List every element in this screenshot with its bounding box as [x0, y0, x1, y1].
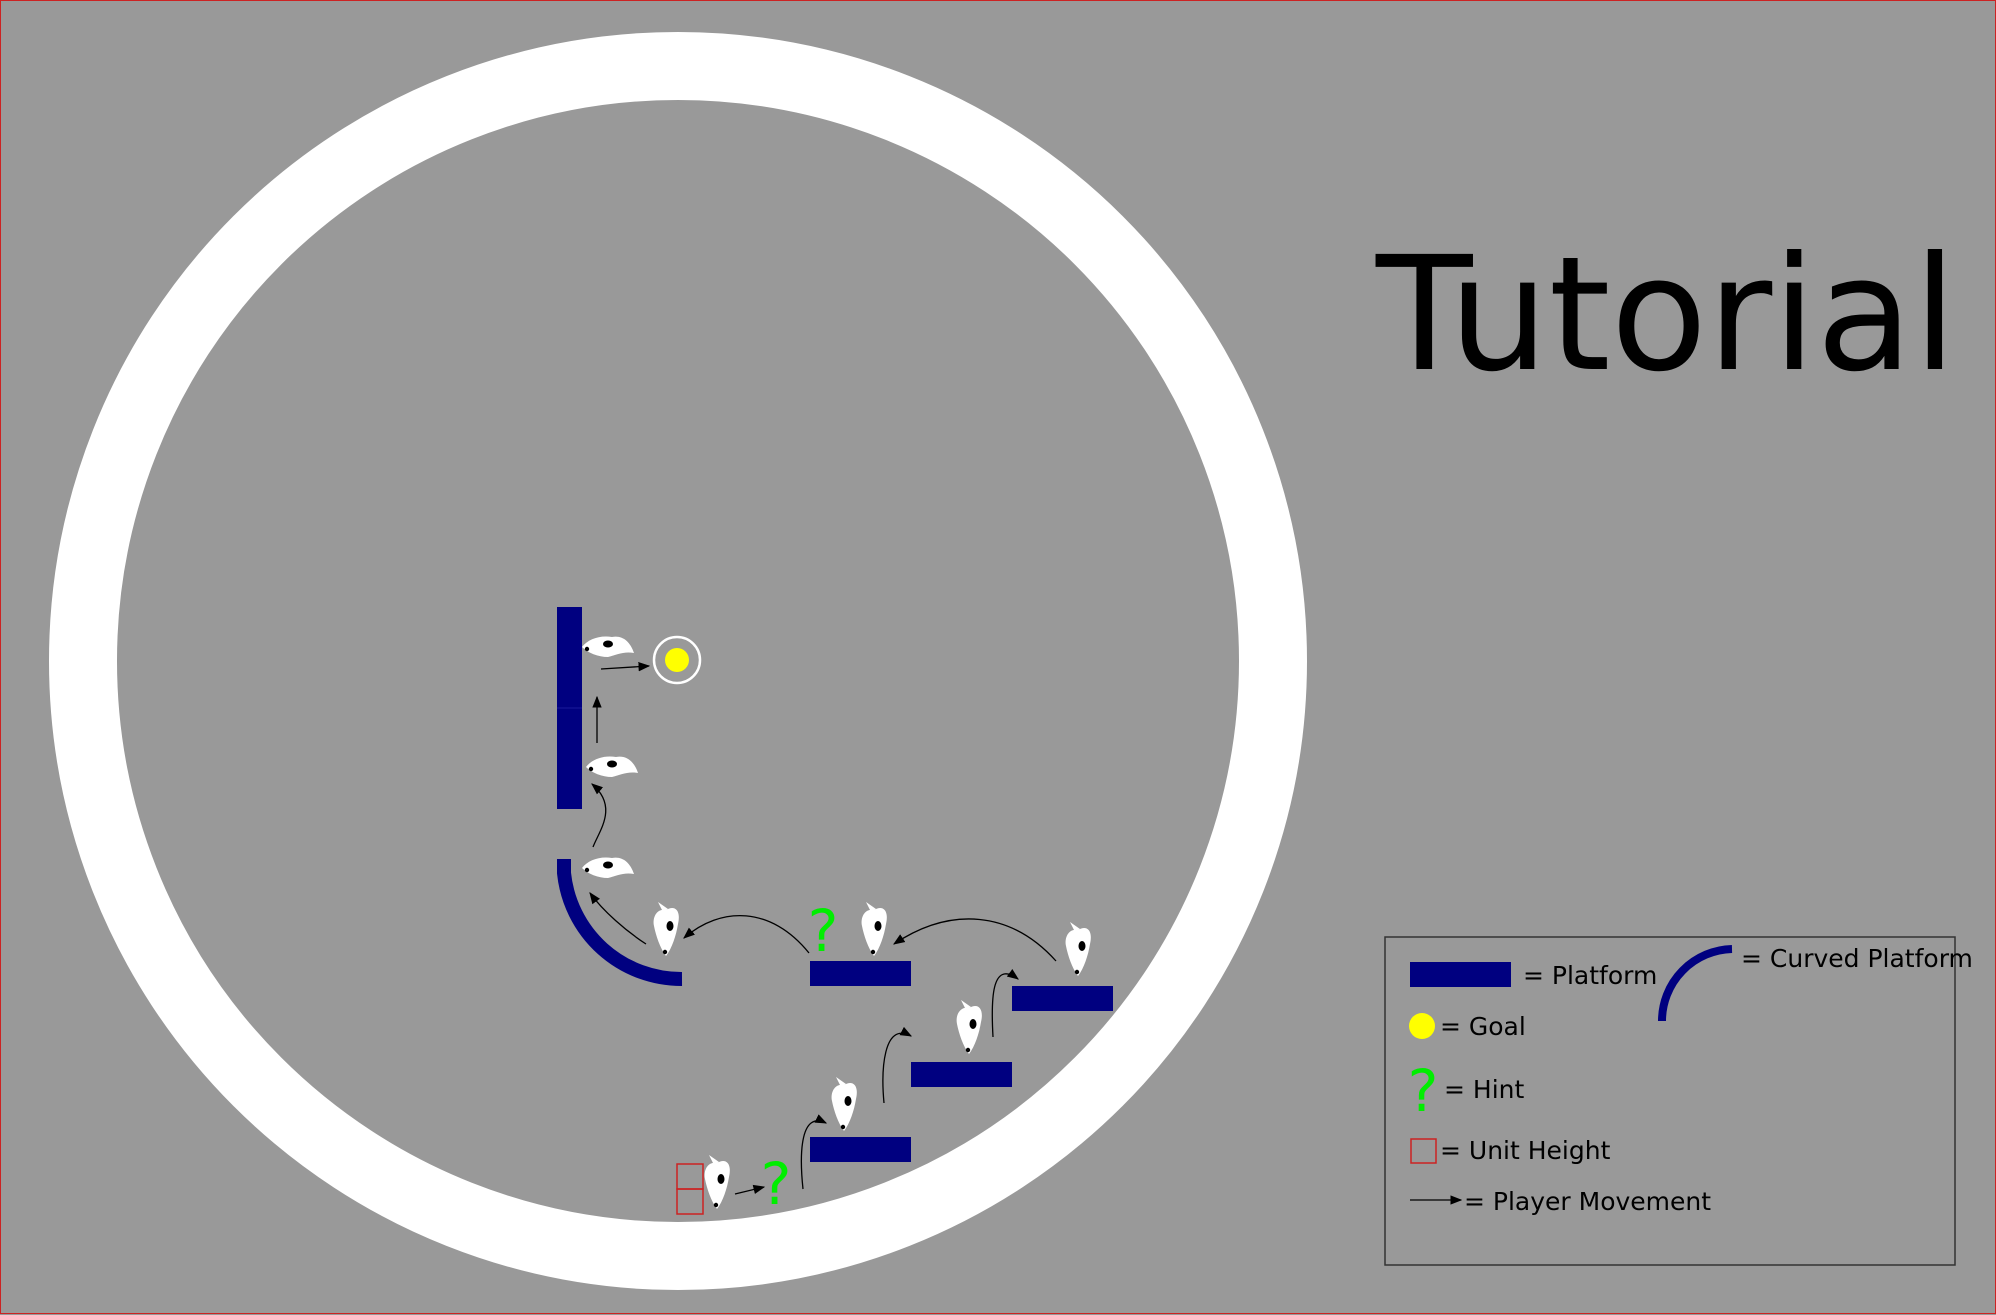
legend-platform-label: = Platform: [1523, 961, 1657, 990]
goal-icon: [652, 635, 702, 685]
platform: [911, 1062, 1012, 1087]
player-creature-icon: [831, 1077, 857, 1131]
legend-hint-label: = Hint: [1444, 1075, 1524, 1104]
wall-platform-upper: [557, 607, 582, 708]
legend-curved-platform-label: = Curved Platform: [1741, 944, 1973, 973]
unit-height-marker: [676, 1163, 704, 1215]
unit-height-box-icon: [1410, 1138, 1437, 1164]
tutorial-canvas: Tutorial ? ? = Platform = Curved Platfor…: [0, 0, 1996, 1314]
legend-goal-label: = Goal: [1440, 1012, 1526, 1041]
hint-question-icon: ?: [761, 1150, 792, 1218]
legend-player-movement-label: = Player Movement: [1464, 1187, 1711, 1216]
player-creature-icon: [861, 902, 887, 956]
player-creature-icon: [586, 756, 638, 777]
platform: [1012, 986, 1113, 1011]
tutorial-diagram: ? ? = Platform = Curved Platform = Goal …: [49, 32, 1973, 1290]
platform: [810, 1137, 911, 1162]
player-creature-icon: [956, 1000, 982, 1054]
player-creature-icon: [582, 636, 634, 657]
hint-question-icon: ?: [1408, 1057, 1439, 1125]
player-creature-icon: [653, 902, 679, 956]
hint-question-icon: ?: [808, 897, 839, 965]
legend-platform-swatch: [1410, 962, 1511, 987]
legend-curved-platform-swatch: [1658, 945, 1733, 1022]
player-creature-icon: [582, 857, 634, 878]
wall-platform-lower: [557, 708, 582, 809]
legend-unit-height-label: = Unit Height: [1440, 1136, 1611, 1165]
player-creature-icon: [704, 1155, 730, 1209]
goal-icon: [1409, 1013, 1435, 1039]
player-creature-icon: [1065, 922, 1091, 976]
legend: = Platform = Curved Platform = Goal ? = …: [1384, 936, 1973, 1266]
